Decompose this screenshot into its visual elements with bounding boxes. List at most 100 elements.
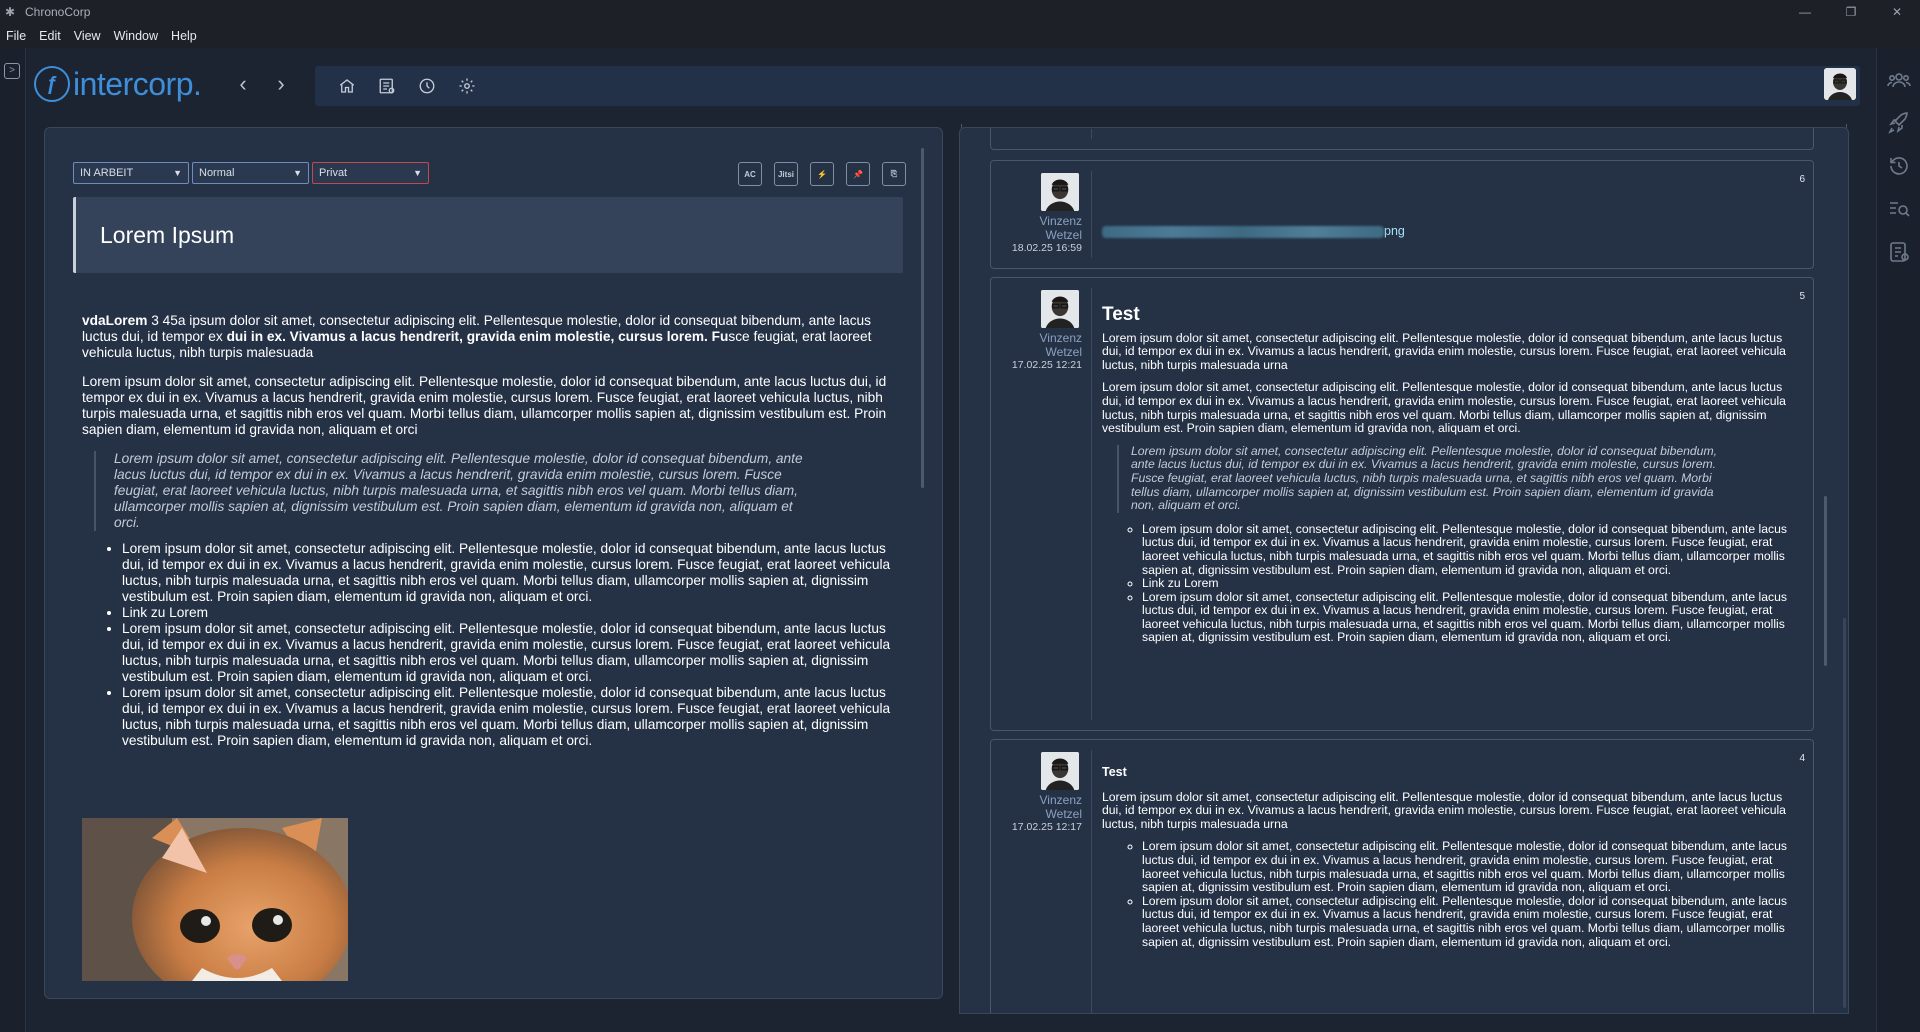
document-title[interactable]: Lorem Ipsum bbox=[100, 222, 234, 249]
comment-meta: Vinzenz Wetzel 17.02.25 12:21 bbox=[991, 290, 1082, 372]
forward-button[interactable]: › bbox=[266, 69, 296, 99]
bullet-list: Lorem ipsum dolor sit amet, consectetur … bbox=[122, 541, 892, 749]
menu-edit[interactable]: Edit bbox=[39, 29, 61, 43]
author-first-name: Vinzenz bbox=[1039, 214, 1082, 228]
author-avatar[interactable] bbox=[1041, 290, 1079, 328]
outer-scrollbar[interactable] bbox=[1843, 618, 1846, 1008]
intro-bold: dui in ex. Vivamus a lacus hendrerit, gr… bbox=[226, 329, 729, 344]
window-controls: — ❐ ✕ bbox=[1782, 0, 1920, 24]
author-avatar[interactable] bbox=[1041, 173, 1079, 211]
clock-icon[interactable] bbox=[407, 71, 447, 101]
comment-meta: Vinzenz Wetzel 17.02.25 12:17 bbox=[991, 752, 1082, 834]
link-item[interactable]: Link zu Lorem bbox=[1142, 576, 1797, 591]
comment-content: Test Lorem ipsum dolor sit amet, consect… bbox=[1102, 304, 1797, 645]
body-paragraph: Lorem ipsum dolor sit amet, consectetur … bbox=[82, 374, 887, 437]
intercorp-logo[interactable]: ƒ intercorp. bbox=[34, 60, 216, 108]
title-bar: ✱ ChronoCorp — ❐ ✕ bbox=[0, 0, 1920, 24]
main-toolbar bbox=[315, 66, 1860, 106]
menu-view[interactable]: View bbox=[74, 29, 101, 43]
comment-title: Test bbox=[1102, 765, 1127, 779]
history-icon[interactable] bbox=[1887, 154, 1911, 178]
jitsi-button[interactable]: Jitsi bbox=[774, 162, 798, 186]
comment-meta: Vinzenz Wetzel 18.02.25 16:59 bbox=[991, 173, 1082, 255]
pin-icon[interactable]: 📌 bbox=[846, 162, 870, 186]
author-last-name: Wetzel bbox=[1045, 228, 1082, 242]
author-last-name: Wetzel bbox=[1045, 807, 1082, 821]
comment-list: Lorem ipsum dolor sit amet, consectetur … bbox=[1142, 840, 1797, 949]
user-avatar[interactable] bbox=[1824, 68, 1856, 100]
priority-value: Normal bbox=[199, 167, 235, 179]
priority-select[interactable]: Normal ▼ bbox=[192, 162, 309, 184]
link-item[interactable]: Link zu Lorem bbox=[122, 605, 892, 621]
rocket-icon[interactable] bbox=[1887, 111, 1911, 135]
left-rail: > bbox=[0, 48, 26, 1032]
list-item: Lorem ipsum dolor sit amet, consectetur … bbox=[1142, 522, 1797, 577]
comment-list: Lorem ipsum dolor sit amet, consectetur … bbox=[1142, 522, 1797, 645]
flash-icon[interactable]: ⚡ bbox=[810, 162, 834, 186]
comment-paragraph: Lorem ipsum dolor sit amet, consectetur … bbox=[1102, 789, 1786, 831]
status-value: IN ARBEIT bbox=[80, 167, 134, 179]
list-item: Lorem ipsum dolor sit amet, consectetur … bbox=[1142, 590, 1797, 645]
menu-help[interactable]: Help bbox=[171, 29, 197, 43]
author-last-name: Wetzel bbox=[1045, 345, 1082, 359]
document-body[interactable]: vdaLorem 3 45a ipsum dolor sit amet, con… bbox=[82, 313, 892, 749]
gear-icon[interactable] bbox=[447, 71, 487, 101]
team-icon[interactable] bbox=[1887, 68, 1911, 92]
attachment-link-blurred[interactable] bbox=[1102, 225, 1384, 238]
editor-controls: IN ARBEIT ▼ Normal ▼ Privat ▼ bbox=[73, 162, 432, 184]
card-divider bbox=[1091, 171, 1092, 258]
search-list-icon[interactable] bbox=[1887, 197, 1911, 221]
comment-number: 4 bbox=[1799, 753, 1805, 764]
intro-paragraph: vdaLorem 3 45a ipsum dolor sit amet, con… bbox=[82, 313, 892, 361]
comment-number: 5 bbox=[1799, 291, 1805, 302]
copy-icon[interactable]: ⎘ bbox=[882, 162, 906, 186]
comment-paragraph: Lorem ipsum dolor sit amet, consectetur … bbox=[1102, 330, 1786, 372]
chevron-down-icon: ▼ bbox=[293, 168, 302, 178]
comment-card-partial bbox=[990, 128, 1814, 150]
restore-button[interactable]: ❐ bbox=[1828, 0, 1874, 24]
comments-panel: Vinzenz Wetzel 18.02.25 16:59 6 png Vinz… bbox=[959, 127, 1849, 1014]
attachment-extension[interactable]: png bbox=[1384, 224, 1405, 238]
menu-file[interactable]: File bbox=[6, 29, 26, 43]
chevron-down-icon: ▼ bbox=[413, 168, 422, 178]
author-avatar[interactable] bbox=[1041, 752, 1079, 790]
back-button[interactable]: ‹ bbox=[228, 69, 258, 99]
comment-date: 17.02.25 12:17 bbox=[1011, 821, 1082, 833]
window-title: ChronoCorp bbox=[25, 5, 91, 19]
menu-window[interactable]: Window bbox=[114, 29, 158, 43]
author-first-name: Vinzenz bbox=[1039, 331, 1082, 345]
comment-title: Test bbox=[1102, 304, 1140, 325]
ac-button[interactable]: AC bbox=[738, 162, 762, 186]
comment-content: Test Lorem ipsum dolor sit amet, consect… bbox=[1102, 765, 1797, 949]
minimize-button[interactable]: — bbox=[1782, 0, 1828, 24]
home-icon[interactable] bbox=[327, 71, 367, 101]
card-divider bbox=[1091, 129, 1092, 139]
comments-scrollbar[interactable] bbox=[1824, 496, 1827, 666]
comment-paragraph: Lorem ipsum dolor sit amet, consectetur … bbox=[1102, 380, 1786, 436]
status-select[interactable]: IN ARBEIT ▼ bbox=[73, 162, 189, 184]
logo-text: intercorp. bbox=[73, 65, 202, 102]
list-icon[interactable] bbox=[367, 71, 407, 101]
visibility-select[interactable]: Privat ▼ bbox=[312, 162, 429, 184]
comment-card: Vinzenz Wetzel 18.02.25 16:59 6 png bbox=[990, 160, 1814, 269]
list-item: Lorem ipsum dolor sit amet, consectetur … bbox=[122, 685, 892, 749]
notes-icon[interactable] bbox=[1887, 240, 1911, 264]
list-item: Lorem ipsum dolor sit amet, consectetur … bbox=[1142, 894, 1797, 949]
close-button[interactable]: ✕ bbox=[1874, 0, 1920, 24]
right-rail bbox=[1876, 48, 1920, 1032]
editor-scrollbar[interactable] bbox=[921, 148, 924, 488]
sidebar-toggle-icon[interactable]: > bbox=[4, 63, 20, 79]
document-title-card: Lorem Ipsum bbox=[73, 197, 903, 273]
chevron-down-icon: ▼ bbox=[173, 168, 182, 178]
comment-date: 18.02.25 16:59 bbox=[1011, 242, 1082, 254]
logo-mark-icon: ƒ bbox=[34, 66, 70, 102]
list-item: Lorem ipsum dolor sit amet, consectetur … bbox=[122, 621, 892, 685]
comment-content: png bbox=[1102, 224, 1797, 239]
app-header: ƒ intercorp. ‹ › bbox=[34, 60, 1860, 108]
comment-card: Vinzenz Wetzel 17.02.25 12:21 5 Test Lor… bbox=[990, 277, 1814, 731]
comment-card: Vinzenz Wetzel 17.02.25 12:17 4 Test Lor… bbox=[990, 739, 1814, 1013]
quote-block: Lorem ipsum dolor sit amet, consectetur … bbox=[94, 451, 804, 531]
comment-quote: Lorem ipsum dolor sit amet, consectetur … bbox=[1117, 444, 1727, 513]
app-icon: ✱ bbox=[5, 5, 16, 19]
editor-tools: AC Jitsi ⚡ 📌 ⎘ bbox=[726, 162, 906, 186]
